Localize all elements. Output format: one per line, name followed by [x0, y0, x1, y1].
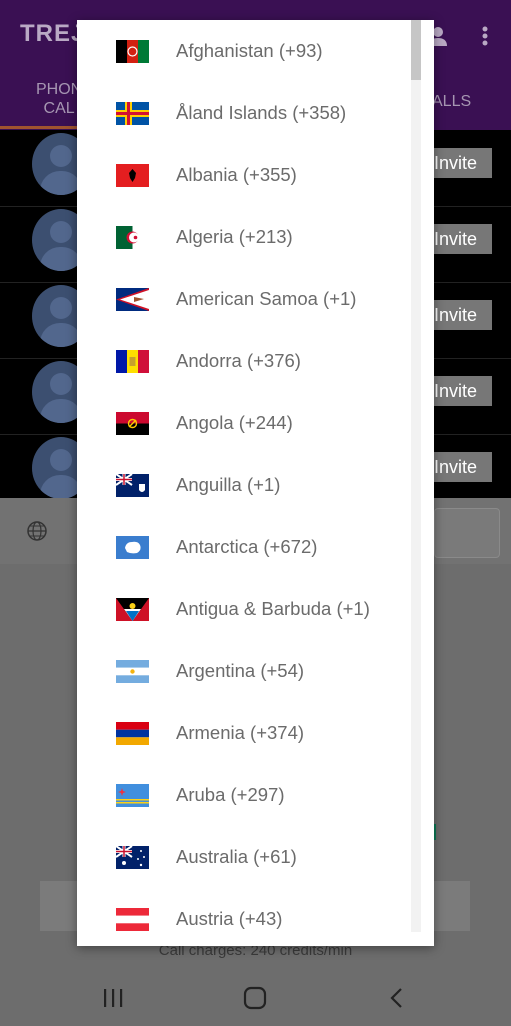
- country-label: American Samoa (+1): [176, 288, 357, 309]
- scrollbar-track[interactable]: [411, 20, 421, 932]
- country-item-austria[interactable]: Austria (+43): [77, 888, 417, 946]
- country-item-aruba[interactable]: Aruba (+297): [77, 764, 417, 826]
- country-item-albania[interactable]: Albania (+355): [77, 144, 417, 206]
- armenia-flag-icon: [116, 722, 149, 745]
- back-icon[interactable]: [386, 986, 410, 1010]
- more-options-icon[interactable]: [474, 24, 496, 48]
- australia-flag-icon: [116, 846, 149, 869]
- globe-icon[interactable]: [26, 520, 48, 542]
- aland-flag-icon: [116, 102, 149, 125]
- country-label: Albania (+355): [176, 164, 297, 185]
- country-label: Austria (+43): [176, 908, 283, 929]
- country-item-antarctica[interactable]: Antarctica (+672): [77, 516, 417, 578]
- invite-button[interactable]: Invite: [430, 224, 492, 254]
- country-item-algeria[interactable]: Algeria (+213): [77, 206, 417, 268]
- country-item-armenia[interactable]: Armenia (+374): [77, 702, 417, 764]
- angola-flag-icon: [116, 412, 149, 435]
- country-label: Afghanistan (+93): [176, 40, 323, 61]
- andorra-flag-icon: [116, 350, 149, 373]
- invite-button[interactable]: Invite: [430, 300, 492, 330]
- antarctica-flag-icon: [116, 536, 149, 559]
- country-label: Argentina (+54): [176, 660, 305, 681]
- tab-label: ALLS: [432, 93, 472, 110]
- country-label: Armenia (+374): [176, 722, 305, 743]
- country-item-american-samoa[interactable]: American Samoa (+1): [77, 268, 417, 330]
- antigua-flag-icon: [116, 598, 149, 621]
- country-label: Angola (+244): [176, 412, 293, 433]
- country-item-argentina[interactable]: Argentina (+54): [77, 640, 417, 702]
- country-item-angola[interactable]: Angola (+244): [77, 392, 417, 454]
- country-label: Anguilla (+1): [176, 474, 281, 495]
- tab-calls[interactable]: ALLS: [432, 92, 471, 111]
- invite-button[interactable]: Invite: [430, 452, 492, 482]
- anguilla-flag-icon: [116, 474, 149, 497]
- country-label: Algeria (+213): [176, 226, 293, 247]
- country-item-andorra[interactable]: Andorra (+376): [77, 330, 417, 392]
- tab-indicator: [0, 126, 78, 129]
- home-icon[interactable]: [243, 986, 267, 1010]
- austria-flag-icon: [116, 908, 149, 931]
- scrollbar-thumb[interactable]: [411, 20, 421, 80]
- argentina-flag-icon: [116, 660, 149, 683]
- country-item-australia[interactable]: Australia (+61): [77, 826, 417, 888]
- american-samoa-flag-icon: [116, 288, 149, 311]
- country-label: Åland Islands (+358): [176, 102, 347, 123]
- country-item-antigua-barbuda[interactable]: Antigua & Barbuda (+1): [77, 578, 417, 640]
- tab-label: CAL: [43, 100, 75, 117]
- country-label: Antarctica (+672): [176, 536, 318, 557]
- albania-flag-icon: [116, 164, 149, 187]
- country-item-anguilla[interactable]: Anguilla (+1): [77, 454, 417, 516]
- country-label: Andorra (+376): [176, 350, 301, 371]
- afghanistan-flag-icon: [116, 40, 149, 63]
- algeria-flag-icon: [116, 226, 149, 249]
- country-label: Antigua & Barbuda (+1): [176, 598, 370, 619]
- country-label: Aruba (+297): [176, 784, 285, 805]
- country-item-aland[interactable]: Åland Islands (+358): [77, 82, 417, 144]
- recent-apps-icon[interactable]: [101, 986, 125, 1010]
- country-picker-dialog: Afghanistan (+93) Åland Islands (+358) A…: [77, 20, 434, 946]
- tab-label: PHON: [36, 81, 83, 98]
- app-title: TREJ: [20, 20, 86, 47]
- aruba-flag-icon: [116, 784, 149, 807]
- invite-button[interactable]: Invite: [430, 376, 492, 406]
- phone-number-input[interactable]: [434, 508, 500, 558]
- tab-phone-calls[interactable]: PHON CAL: [36, 80, 82, 118]
- invite-button[interactable]: Invite: [430, 148, 492, 178]
- country-label: Australia (+61): [176, 846, 297, 867]
- country-item-afghanistan[interactable]: Afghanistan (+93): [77, 20, 417, 82]
